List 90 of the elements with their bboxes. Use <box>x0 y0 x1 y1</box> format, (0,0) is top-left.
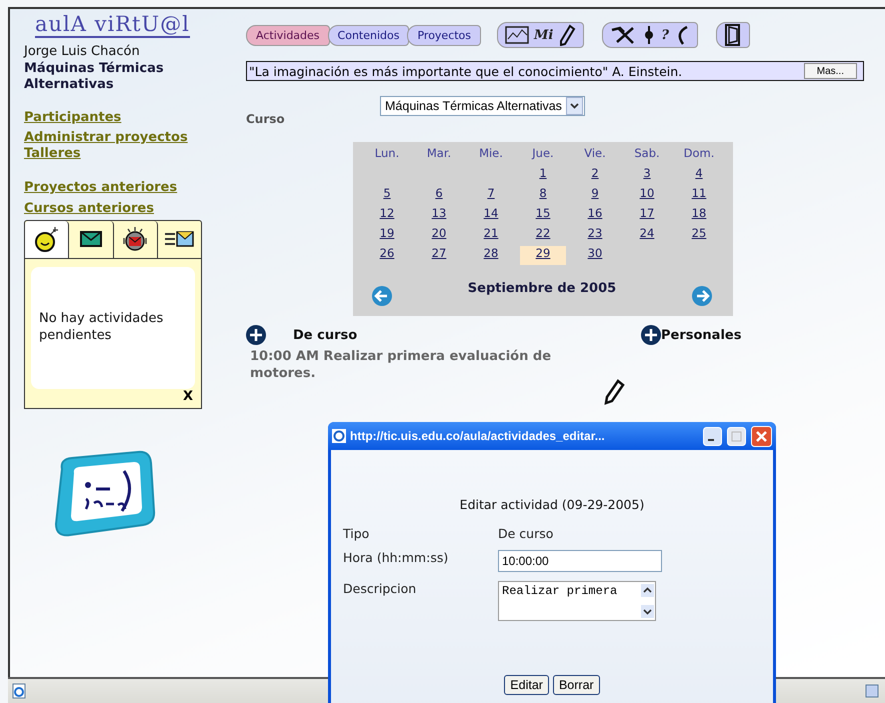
quote-text: "La imaginación es más importante que el conocimiento" A. Einstein. <box>248 64 682 78</box>
calendar-day[interactable]: 14 <box>468 206 514 225</box>
scroll-down-icon[interactable] <box>641 605 654 618</box>
calendar-day[interactable]: 1 <box>523 166 563 185</box>
field-label: Descripcion <box>343 581 418 596</box>
section-title: De curso <box>293 328 358 342</box>
page-icon <box>11 683 27 699</box>
calendar-day[interactable]: 29 <box>520 246 566 265</box>
weekday-label: Vie. <box>583 146 607 162</box>
course-name: Máquinas Térmicas Alternativas <box>24 61 165 94</box>
scroll-up-icon[interactable] <box>641 584 654 597</box>
next-month-icon[interactable] <box>690 284 713 306</box>
calendar-day[interactable]: 30 <box>572 246 618 265</box>
calendar-day[interactable]: 18 <box>676 206 722 225</box>
dialog-button[interactable]: Borrar <box>552 675 600 695</box>
close-button[interactable] <box>751 426 772 446</box>
description-field[interactable]: Realizar primera <box>498 581 656 621</box>
weekday-label: Mie. <box>478 146 504 162</box>
weekday-label: Mar. <box>426 146 452 162</box>
calendar-day[interactable]: 19 <box>364 226 410 245</box>
browser-icon <box>332 429 346 443</box>
alert-envelope-icon <box>121 226 150 252</box>
calendar-day[interactable]: 4 <box>679 166 719 185</box>
section-title: Personales <box>661 328 742 342</box>
pencil-icon[interactable] <box>557 24 578 46</box>
calendar-day[interactable]: 21 <box>468 226 514 245</box>
weekday-label: Sab. <box>633 146 661 162</box>
course-select[interactable]: Máquinas Térmicas Alternativas <box>380 96 585 116</box>
zone-icon <box>865 684 879 698</box>
nav-link[interactable]: Cursos anteriores <box>24 200 154 217</box>
calendar-day[interactable]: 24 <box>624 226 670 245</box>
more-button[interactable]: Mas... <box>804 63 857 79</box>
calendar-day[interactable]: 28 <box>468 246 514 265</box>
course-label: Curso <box>246 112 286 128</box>
site-logo[interactable]: aulA viRtU@l <box>35 13 190 38</box>
calendar-day[interactable]: 17 <box>624 206 670 225</box>
nav-link[interactable]: Participantes <box>24 110 122 126</box>
weekday-label: Lun. <box>374 146 400 162</box>
calendar-day[interactable]: 27 <box>416 246 462 265</box>
dialog-button[interactable]: Editar <box>504 675 549 695</box>
bomb-icon <box>32 226 61 252</box>
nav-link[interactable]: Administrar proyectos <box>24 130 188 146</box>
toolbar-button[interactable]: Mi <box>532 28 556 42</box>
calendar-day[interactable]: 3 <box>627 166 667 185</box>
calendar-day[interactable]: 22 <box>520 226 566 245</box>
calendar-day[interactable]: 10 <box>624 186 670 205</box>
nav-tab[interactable]: Actividades <box>246 24 330 46</box>
calendar-day[interactable]: 15 <box>520 206 566 225</box>
calendar-day[interactable]: 2 <box>575 166 615 185</box>
nav-link[interactable]: Talleres <box>24 146 81 162</box>
calendar-day[interactable]: 12 <box>364 206 410 225</box>
calendar-day[interactable]: 9 <box>575 186 615 205</box>
field-label: Tipo <box>343 526 370 541</box>
calendar-day[interactable]: 23 <box>572 226 618 245</box>
field-value: De curso <box>498 526 554 541</box>
add-icon[interactable] <box>246 325 266 345</box>
envelope-icon <box>78 229 103 250</box>
close-button[interactable]: X <box>180 388 195 404</box>
calendar-day[interactable]: 13 <box>416 206 462 225</box>
panel-tab[interactable] <box>25 220 70 258</box>
pencil-icon[interactable] <box>603 379 625 405</box>
calendar-day[interactable]: 26 <box>364 246 410 265</box>
time-input[interactable]: 10:00:00 <box>498 550 662 572</box>
weekday-label: Dom. <box>682 146 716 162</box>
add-icon[interactable] <box>641 325 661 345</box>
empty-message: No hay actividades pendientes <box>39 310 164 345</box>
nav-tab[interactable]: Contenidos <box>328 24 410 46</box>
calendar-day[interactable]: 7 <box>471 186 511 205</box>
toolbar-button[interactable]: ? <box>659 28 671 42</box>
window-title: http://tic.uis.edu.co/aula/actividades_editar... <box>350 429 606 443</box>
calendar-day[interactable]: 20 <box>416 226 462 245</box>
month-title: Septiembre de 2005 <box>468 281 616 296</box>
previous-month-icon[interactable] <box>371 284 393 306</box>
chart-icon[interactable] <box>504 24 530 46</box>
dialog-heading: Editar actividad (09-29-2005) <box>458 497 646 512</box>
calendar-day[interactable]: 5 <box>367 186 407 205</box>
nav-link[interactable]: Proyectos anteriores <box>24 180 178 197</box>
door-icon[interactable] <box>723 23 743 47</box>
calendar-day[interactable]: 8 <box>523 186 563 205</box>
minimize-button[interactable] <box>703 426 722 446</box>
panel-tab[interactable] <box>114 220 158 258</box>
nav-tab[interactable]: Proyectos <box>407 24 482 46</box>
calendar-day[interactable]: 6 <box>419 186 459 205</box>
field-label: Hora (hh:mm:ss) <box>343 550 450 565</box>
calendar-day[interactable]: 11 <box>676 186 722 205</box>
user-name: Jorge Luis Chacón <box>24 44 141 60</box>
weekday-label: Jue. <box>530 146 555 162</box>
calendar-day[interactable]: 16 <box>572 206 618 225</box>
calendar-day[interactable]: 25 <box>676 226 722 245</box>
activity-entry[interactable]: 10:00 AM Realizar primera evaluación de motores. <box>246 349 600 405</box>
